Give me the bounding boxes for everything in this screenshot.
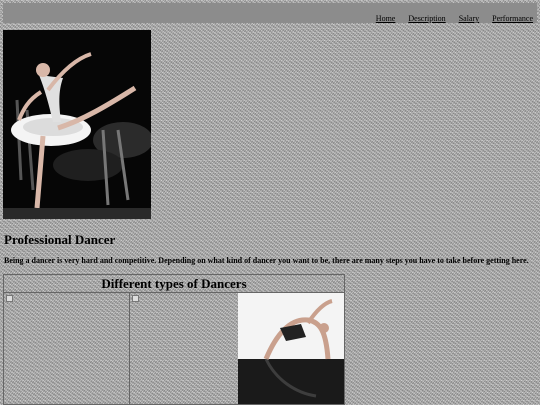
- dancer-types-row: [4, 292, 344, 404]
- contemporary-dancer-photo: [238, 293, 344, 404]
- nav-link-performance[interactable]: Performance: [492, 14, 533, 23]
- nav-list: Home Description Salary Performance: [376, 8, 533, 26]
- nav-link-salary[interactable]: Salary: [459, 14, 479, 23]
- nav-link-home[interactable]: Home: [376, 14, 396, 23]
- nav-item-performance: Performance: [492, 8, 533, 26]
- nav-item-description: Description: [408, 8, 445, 26]
- ballerina-illustration: [3, 30, 151, 219]
- nav-item-home: Home: [376, 8, 396, 26]
- intro-paragraph: Being a dancer is very hard and competit…: [4, 256, 529, 265]
- contemporary-dancer-illustration: [238, 293, 344, 404]
- navigation-bar: Home Description Salary Performance: [3, 3, 537, 23]
- broken-image-icon: [132, 295, 139, 302]
- dancer-type-cell-1: [4, 293, 130, 404]
- nav-link-description[interactable]: Description: [408, 14, 445, 23]
- broken-image-icon: [6, 295, 13, 302]
- dancer-types-heading: Different types of Dancers: [101, 276, 247, 291]
- page-title: Professional Dancer: [4, 232, 116, 247]
- ballerina-photo: [3, 30, 151, 219]
- dancer-type-cell-2: [130, 293, 238, 404]
- dancer-types-table: Different types of Dancers: [3, 274, 345, 405]
- nav-item-salary: Salary: [459, 8, 479, 26]
